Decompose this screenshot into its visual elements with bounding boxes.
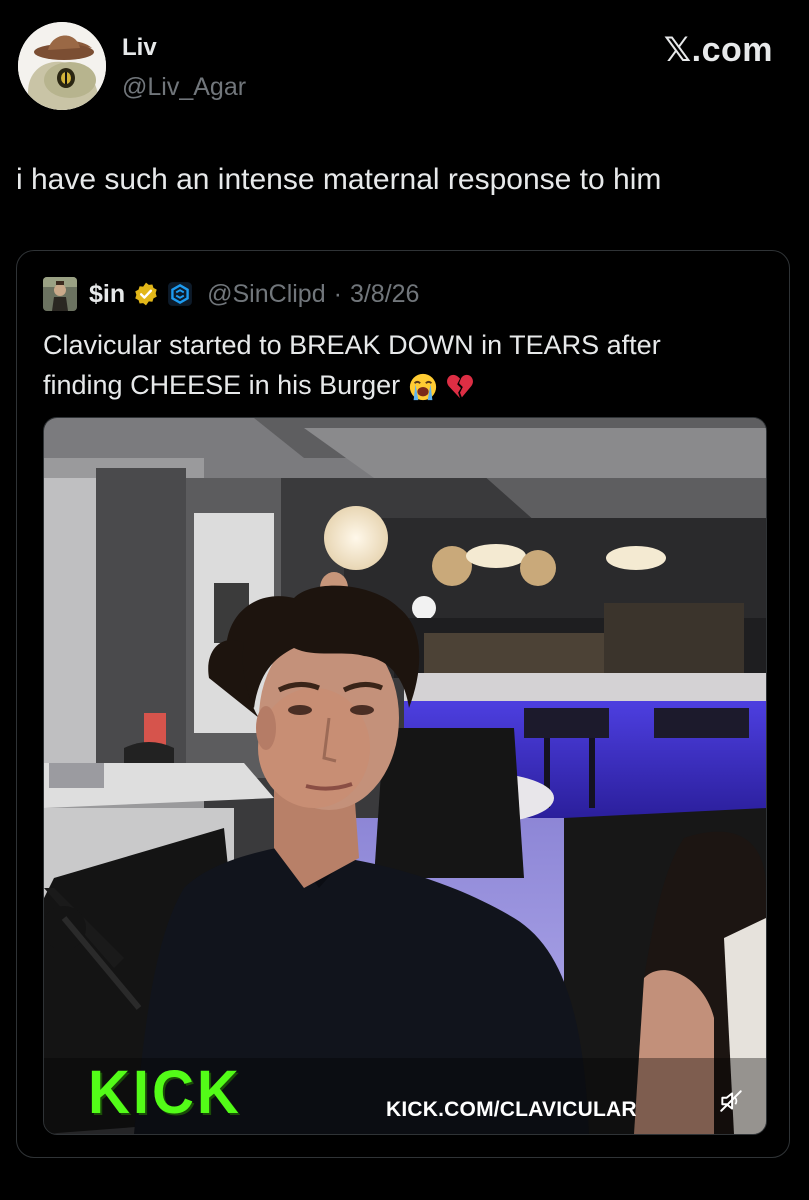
quoted-author-handle[interactable]: @SinClipd: [207, 280, 325, 309]
quoted-tweet-text: Clavicular started to BREAK DOWN in TEAR…: [43, 325, 743, 405]
tweet-header: Liv @Liv_Agar 𝕏.com: [0, 0, 809, 130]
lizard-avatar-icon: [18, 22, 106, 110]
x-logo[interactable]: 𝕏.com: [664, 30, 773, 70]
kick-channel-url: KICK.COM/CLAVICULAR: [386, 1098, 637, 1121]
dot-separator: ·: [333, 279, 342, 308]
author-avatar[interactable]: [18, 22, 106, 110]
loudly-crying-face-emoji: [409, 373, 436, 400]
quoted-tweet[interactable]: $in @SinClipd · 3/8/26 Clavicular starte…: [16, 250, 790, 1158]
quoted-author-avatar[interactable]: [43, 277, 77, 311]
quoted-tweet-header: $in @SinClipd · 3/8/26: [43, 277, 419, 311]
broken-heart-emoji: [447, 374, 474, 399]
author-name[interactable]: Liv: [122, 34, 157, 62]
video-player[interactable]: KICK KICK.COM/CLAVICULAR: [43, 417, 767, 1135]
quoted-date[interactable]: 3/8/26: [350, 280, 420, 309]
author-handle[interactable]: @Liv_Agar: [122, 73, 246, 102]
portrait-avatar-icon: [43, 277, 77, 311]
affiliate-badge-icon: [168, 282, 193, 306]
quoted-text-body: Clavicular started to BREAK DOWN in TEAR…: [43, 330, 661, 400]
verified-badge-icon: [135, 282, 157, 306]
mute-icon[interactable]: [718, 1088, 744, 1114]
tweet-text: i have such an intense maternal response…: [16, 163, 662, 196]
quoted-author-name[interactable]: $in: [89, 280, 125, 309]
kick-logo-text: KICK: [88, 1058, 242, 1127]
kick-logo: KICK: [88, 1058, 242, 1127]
video-frame-image: [44, 418, 766, 1134]
